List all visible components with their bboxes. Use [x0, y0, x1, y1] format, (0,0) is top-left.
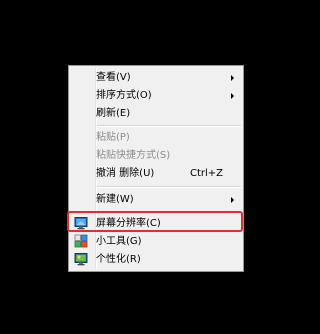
menu-item-refresh[interactable]: 刷新(E) [71, 105, 241, 122]
menu-item-new[interactable]: 新建(W) [71, 191, 241, 208]
menu-item-paste[interactable]: 粘贴(P) [71, 129, 241, 146]
menu-item-paste-shortcut[interactable]: 粘贴快捷方式(S) [71, 147, 241, 164]
menu-item-label: 粘贴(P) [96, 132, 130, 143]
highlight-outline [67, 211, 243, 232]
gadgets-icon [74, 234, 88, 248]
menu-item-label: 排序方式(O) [96, 90, 152, 101]
menu-item-shortcut: Ctrl+Z [189, 168, 223, 179]
menu-separator [97, 186, 241, 188]
desktop-context-menu: 查看(V) 排序方式(O) 刷新(E) 粘贴(P) 粘贴快捷方式(S) 撤消 删… [68, 65, 244, 272]
menu-item-sort-by[interactable]: 排序方式(O) [71, 87, 241, 104]
menu-item-gadgets[interactable]: 小工具(G) [71, 233, 241, 250]
menu-separator [97, 125, 241, 127]
menu-item-label: 查看(V) [96, 72, 131, 83]
menu-item-view[interactable]: 查看(V) [71, 69, 241, 86]
menu-item-label: 粘贴快捷方式(S) [96, 150, 171, 161]
menu-item-label: 个性化(R) [96, 254, 141, 265]
personalize-icon [74, 252, 88, 266]
menu-item-label: 撤消 删除(U) [96, 168, 155, 179]
menu-item-personalize[interactable]: 个性化(R) [71, 251, 241, 268]
menu-item-label: 刷新(E) [96, 108, 131, 119]
submenu-arrow-icon [231, 197, 234, 203]
submenu-arrow-icon [231, 93, 234, 99]
desktop-background: 查看(V) 排序方式(O) 刷新(E) 粘贴(P) 粘贴快捷方式(S) 撤消 删… [0, 0, 306, 334]
menu-item-label: 新建(W) [96, 194, 134, 205]
menu-item-label: 小工具(G) [96, 236, 142, 247]
menu-item-undo-delete[interactable]: 撤消 删除(U) Ctrl+Z [71, 165, 241, 182]
submenu-arrow-icon [231, 75, 234, 81]
